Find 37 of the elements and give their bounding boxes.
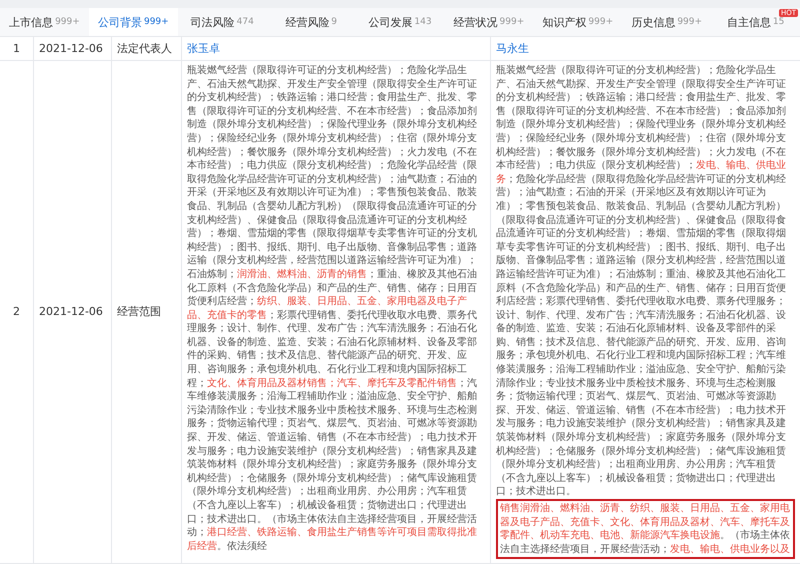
person-link[interactable]: 张玉卓 (187, 42, 220, 55)
tab-label: 历史信息 (631, 14, 676, 30)
tab-label: 自主信息 (726, 14, 771, 30)
tab[interactable]: 公司发展 143 (356, 8, 444, 36)
date-cell: 2021-12-06 (34, 37, 112, 60)
scope-text: 瓶装燃气经营（限取得许可证的分支机构经营）；危险化学品生产、石油天然气勘探、开发生产安全管理（限取得安全生产许可证的分支机构经营）；铁路运输；港口经营；食用盐生产、批发、零售（限取得许可证的分支机构经营、不在本市经营）；食品添加剂制造（限外埠分支机构经营）；保险代理业务（限外埠分支机构经营）；保险经纪业务（限外埠分支机构经营）；住宿（限外埠分支机构经营）；餐饮服务（限外埠分支机构经营）；火力发电（不在本市经营）；电力供应（限分支机构经营）；发电、输电、供电业务；危险化学品经营（限取得危险化学品经营许可证的分支机构经营）；油气勘查；石油的开采（开采地区及有效期以许可证为准）；零售预包装食品、散装食品、乳制品（含婴幼儿配方乳粉）（限取得食品流通许可证的分支机构经营）、保健食品（限取得食品流通许可证的分支机构经营）；卷烟、雪茄烟的零售（限取得烟草专卖零售许可证的分支机构经营）；图书、报纸、期刊、电子出版物、音像制品零售；道路运输（限分支机构经营，经营范围以道路运输经营许可证为准）；石油炼制；重油、橡胶及其他石油化工原料（不含危险化学品）和产品的生产、销售、储存；日用百货便利店经营；彩票代理销售、委托代理收取水电费、票务代理服务；设计、制作、代理、发布广告；汽车清洗服务；石油石化机器、设备的制造、监造、安装；石油石化原辅材料、设备及零部件的采购、销售；技术及信息、替代能源产品的研究、开发、应用、咨询服务；承包境外机电、石化行业工程和境内国际招标工程；汽车维修装潢服务；沿海工程辅助作业；溢油应急、安全守护、船舶污染清除作业；专业技术服务业中质检技术服务、环境与生态检测服务；货物运输代理；页岩气、煤层气、页岩油、可燃冰等资源勘探、开发、储运、管道运输、销售（不在本市经营）；电力技术开发与服务；电力设施安装维护（限分支机构经营）；销售家具及建筑装饰材料（限外埠分支机构经营）；家庭劳务服务（限外埠分支机构经营）；仓储服务（限外埠分支机构经营）；储气库设施租赁（限外埠分支机构经营）；出租商业用房、办公用房；汽车租赁（不含九座以上客车）；机械设备租赁；货物进出口；代理进出口；技术进出口。 (496, 64, 787, 499)
tab-label: 经营风险 (285, 14, 330, 30)
tab[interactable]: 经营风险 9 (266, 8, 356, 36)
tab-label: 上市信息 (9, 14, 54, 30)
person-link[interactable]: 马永生 (496, 42, 529, 55)
field-cell: 经营范围 (112, 61, 182, 564)
tab-label: 公司背景 (98, 14, 142, 30)
tab[interactable]: 经营状况 999+ (444, 8, 534, 36)
tab-label: 经营状况 (454, 14, 498, 30)
tab-count: 143 (414, 17, 432, 27)
field-cell: 法定代表人 (112, 37, 182, 60)
tab[interactable]: 司法风险 474 (178, 8, 267, 36)
scope-text: 销售润滑油、燃料油、沥青、纺织、服装、日用品、五金、家用电器及电子产品、充值卡、文化、体育用品及器材、汽车、摩托车及零配件、机动车充电、电池、新能源汽车换电设施。（市场主体依法自主选择经营项目，开展经营活动；发电、输电、供电业务以及 (500, 502, 791, 556)
tab-label: 司法风险 (190, 14, 235, 30)
tab-count: 9 (331, 17, 337, 27)
tab-count: 999+ (144, 17, 169, 27)
tab-count: 999+ (588, 17, 614, 27)
index-cell: 2 (0, 61, 34, 564)
tab-label: 知识产权 (542, 14, 586, 30)
tab[interactable]: 知识产权 999+ (533, 8, 622, 36)
tab-count: 474 (236, 17, 254, 27)
tab-count: 15 (772, 17, 784, 27)
tab-count: 999+ (55, 17, 80, 27)
tab[interactable]: 上市信息 999+ (0, 8, 89, 36)
tab-count: 999+ (500, 17, 524, 27)
date-cell: 2021-12-06 (34, 61, 112, 564)
index-cell: 1 (0, 37, 34, 60)
tab-label: 公司发展 (368, 14, 412, 30)
tab[interactable]: 公司背景 999+ (88, 8, 178, 36)
tab-count: 999+ (677, 17, 702, 27)
scope-text: 瓶装燃气经营（限取得许可证的分支机构经营）；危险化学品生产、石油天然气勘探、开发生产安全管理（限取得安全生产许可证的分支机构经营）；铁路运输；港口经营；食用盐生产、批发、零售（限取得许可证的分支机构经营、不在本市经营）；食品添加剂制造（限外埠分支机构经营）；保险代理业务（限外埠分支机构经营）；保险经纪业务（限外埠分支机构经营）；住宿（限外埠分支机构经营）；餐饮服务（限外埠分支机构经营）；火力发电（不在本市经营）；电力供应（限分支机构经营）；危险化学品经营（限取得危险化学品经营许可证的分支机构经营）；油气勘查；石油的开采（开采地区及有效期以许可证为准）；零售预包装食品、散装食品、乳制品（含婴幼儿配方乳粉）（限取得食品流通许可证的分支机构经营）、保健食品（限取得食品流通许可证的分支机构经营）；卷烟、雪茄烟的零售（限取得烟草专卖零售许可证的分支机构经营）；图书、报纸、期刊、电子出版物、音像制品零售；道路运输（限分支机构经营，经营范围以道路运输经营许可证为准）；石油炼制；润滑油、燃料油、沥青的销售；重油、橡胶及其他石油化工原料（不含危险化学品）和产品的生产、销售、储存；日用百货便利店经营；纺织、服装、日用品、五金、家用电器及电子产品、充值卡的零售；彩票代理销售、委托代理收取水电费、票务代理服务；设计、制作、代理、发布广告；汽车清洗服务；石油石化机器、设备的制造、监造、安装；石油石化原辅材料、设备及零部件的采购、销售；技术及信息、替代能源产品的研究、开发、应用、咨询服务；承包境外机电、石化行业工程和境内国际招标工程；文化、体育用品及器材销售；汽车、摩托车及零配件销售；汽车维修装潢服务；沿海工程辅助作业；溢油应急、安全守护、船舶污染清除作业；专业技术服务业中质检技术服务、环境与生态检测服务；货物运输代理；页岩气、煤层气、页岩油、可燃冰等资源勘探、开发、储运、管道运输、销售（不在本市经营）；电力技术开发与服务；电力设施安装维护（限分支机构经营）；销售家具及建筑装饰材料（限外埠分支机构经营）；家庭劳务服务（限外埠分支机构经营）；仓储服务（限外埠分支机构经营）；储气库设施租赁（限外埠分支机构经营）；出租商业用房、办公用房；汽车租赁（不含九座以上客车）；机械设备租赁；货物进出口；代理进出口；技术进出口。（市场主体依法自主选择经营项目，开展经营活动；港口经营、铁路运输、食用盐生产销售等许可项目需取得批准后经营。依法须经 (187, 64, 478, 554)
tab[interactable]: 历史信息 999+ (622, 8, 712, 36)
